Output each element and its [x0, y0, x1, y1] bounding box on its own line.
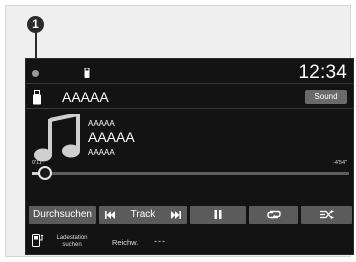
music-note-icon [34, 114, 80, 162]
callout-leader-line [35, 33, 37, 60]
progress-handle[interactable] [37, 166, 52, 180]
source-title: AAAAA [62, 89, 109, 105]
search-button[interactable]: Durchsuchen [29, 206, 96, 224]
track-album: AAAAA [88, 148, 115, 157]
previous-track-icon[interactable] [105, 211, 115, 219]
range-value: --- [154, 236, 166, 246]
usb-icon [33, 90, 41, 105]
track-label: Track [130, 209, 156, 220]
playback-controls: Durchsuchen Track [29, 206, 352, 224]
track-artist: AAAAA [88, 119, 115, 128]
bottom-bar: Ladestation suchen Reichw. --- [26, 230, 353, 254]
shuffle-button[interactable] [301, 206, 352, 224]
clock: 12:34 [298, 62, 347, 83]
audio-screen: 12:34 AAAAA Sound AAAAA AAAAA AAAAA 0'11… [25, 58, 354, 255]
repeat-icon [266, 210, 281, 219]
repeat-button[interactable] [249, 206, 298, 224]
pause-icon [214, 209, 222, 219]
pause-button[interactable] [190, 206, 246, 224]
sound-button[interactable]: Sound [305, 90, 347, 104]
status-indicator-icon [32, 70, 39, 77]
find-charging-station-label[interactable]: Ladestation suchen [47, 235, 97, 249]
time-elapsed: 0'11" [32, 160, 44, 166]
track-title: AAAAA [88, 129, 135, 145]
callout-number: 1 [27, 16, 44, 33]
usb-status-icon [84, 68, 90, 78]
track-control[interactable]: Track [99, 206, 187, 224]
time-remaining: -4'54" [332, 160, 347, 166]
charging-station-icon[interactable] [32, 234, 44, 247]
next-track-icon[interactable] [171, 211, 181, 219]
progress-bar[interactable] [32, 172, 349, 175]
source-row: AAAAA Sound [26, 83, 353, 109]
range-label: Reichw. [112, 238, 139, 247]
shuffle-icon [319, 209, 334, 219]
